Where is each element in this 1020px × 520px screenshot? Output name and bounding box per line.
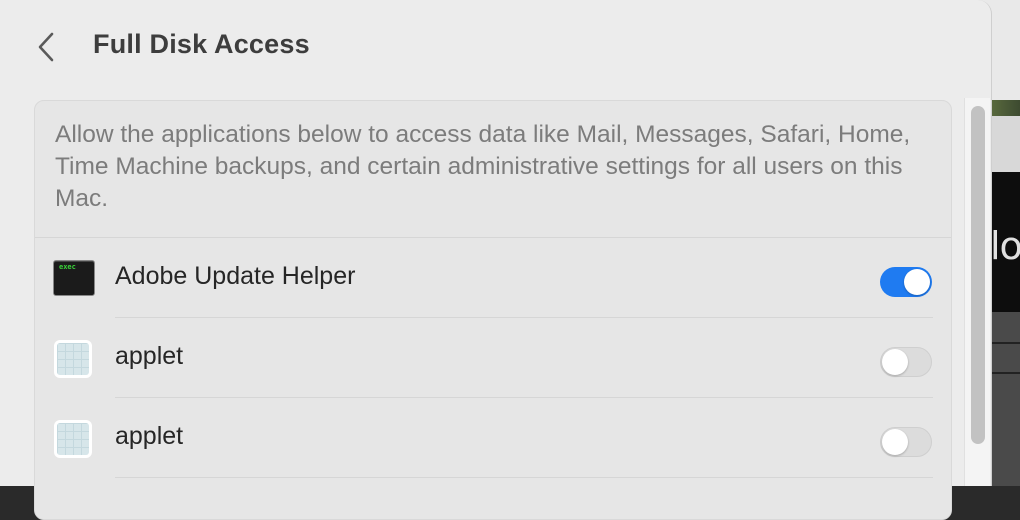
full-disk-access-card: Allow the applications below to access d… [34,100,952,520]
app-name: Adobe Update Helper [115,262,356,290]
scrollbar-thumb[interactable] [971,106,985,444]
access-toggle[interactable] [880,347,932,377]
back-button[interactable] [30,28,62,66]
toggle-knob [904,269,930,295]
app-name: applet [115,422,184,450]
page-title: Full Disk Access [93,29,310,59]
header: Full Disk Access [0,0,991,96]
app-row-applet[interactable]: applet [35,318,951,398]
applet-icon [54,420,92,458]
row-divider [115,477,933,478]
applet-icon [54,340,92,378]
toggle-knob [882,429,908,455]
background-partial-text: lo [990,224,1020,268]
toggle-knob [882,349,908,375]
exec-icon: exec [53,260,95,296]
settings-window: Full Disk Access Allow the applications … [0,0,992,520]
chevron-left-icon [38,32,54,62]
app-row-adobe-update-helper[interactable]: exec Adobe Update Helper [35,238,951,318]
exec-icon-label: exec [59,263,76,271]
description-text: Allow the applications below to access d… [55,121,911,212]
app-name: applet [115,342,184,370]
access-toggle[interactable] [880,267,932,297]
scrollbar[interactable] [964,98,990,486]
app-row-applet[interactable]: applet [35,398,951,478]
access-toggle[interactable] [880,427,932,457]
